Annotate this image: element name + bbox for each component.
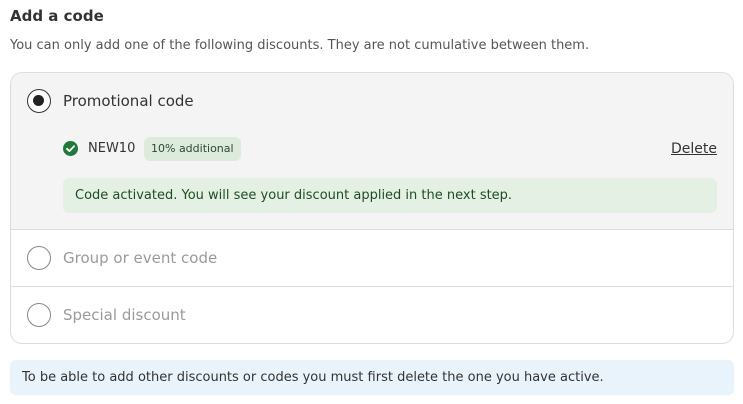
page-subtitle: You can only add one of the following di… <box>10 38 590 53</box>
delete-code-link[interactable]: Delete <box>671 139 717 159</box>
page-title: Add a code <box>10 7 104 25</box>
radio-special-discount[interactable] <box>27 303 51 327</box>
code-activated-message: Code activated. You will see your discou… <box>63 178 717 213</box>
option-label-special-discount[interactable]: Special discount <box>63 305 186 325</box>
radio-promotional-code[interactable] <box>27 89 51 113</box>
option-promotional-code[interactable]: Promotional code NEW10 10% additional De… <box>11 73 733 230</box>
option-label-group-event-code[interactable]: Group or event code <box>63 248 217 268</box>
option-label-promotional-code[interactable]: Promotional code <box>63 91 194 111</box>
add-code-page: Add a code You can only add one of the f… <box>0 0 743 404</box>
radio-group-event-code[interactable] <box>27 246 51 270</box>
applied-code-row: NEW10 10% additional Delete <box>63 137 717 161</box>
option-group-event-code[interactable]: Group or event code <box>11 230 733 287</box>
option-special-discount[interactable]: Special discount <box>11 287 733 343</box>
discount-options-group: Promotional code NEW10 10% additional De… <box>10 72 734 344</box>
check-circle-icon <box>63 141 78 156</box>
discount-badge: 10% additional <box>144 137 241 161</box>
applied-code-value: NEW10 <box>88 141 136 156</box>
info-message: To be able to add other discounts or cod… <box>10 360 734 395</box>
